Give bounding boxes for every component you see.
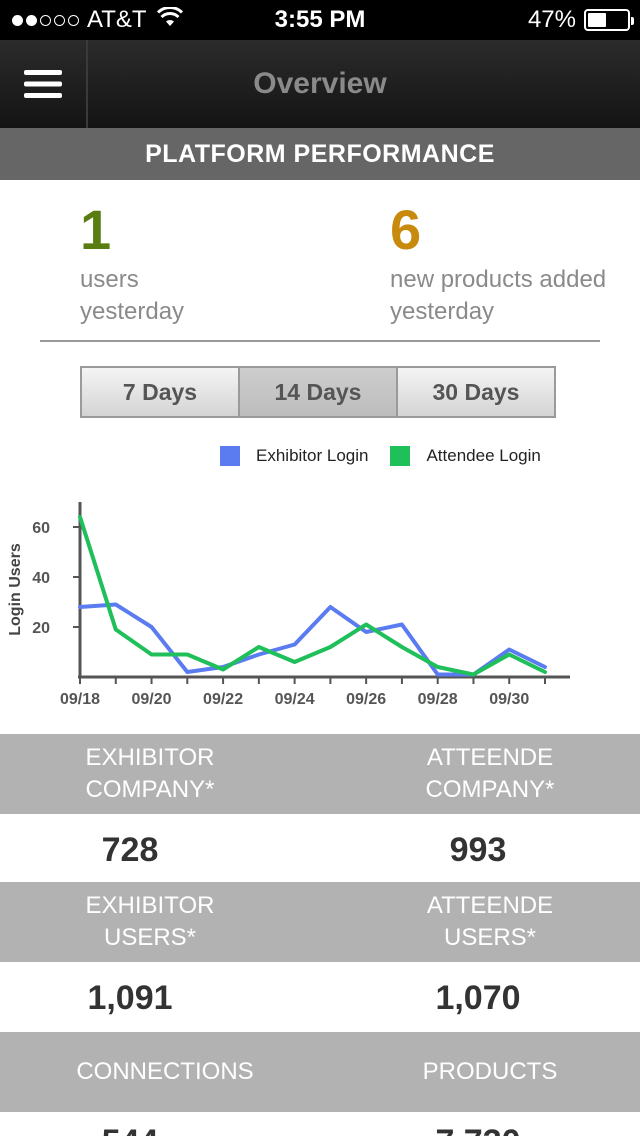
battery-icon (584, 9, 634, 31)
legend-label: Exhibitor Login (256, 446, 369, 465)
table-value-row: 1,091 1,070 (0, 962, 640, 1032)
range-segmented-control: 7 Days 14 Days 30 Days (80, 366, 556, 418)
y-tick-label: 60 (32, 520, 50, 537)
connections-count: 544 (30, 1122, 230, 1136)
legend-item-exhibitor: Exhibitor Login (220, 446, 368, 466)
attendee-company-count: 993 (449, 831, 507, 869)
stat-label: yesterday (80, 298, 185, 325)
stat-new-products: 6 new products added yesterday (390, 196, 606, 328)
attendee-users-count: 1,070 (435, 979, 521, 1017)
header-label-line: EXHIBITOR (85, 892, 215, 919)
header-exhibitor-users: EXHIBITOR USERS* (40, 890, 260, 954)
navigation-bar: Overview (0, 40, 640, 128)
legend-label: Attendee Login (426, 446, 541, 465)
series-line-exhibitor-login (78, 602, 547, 677)
x-tick-label: 09/26 (346, 691, 386, 708)
chart-legend: Exhibitor Login Attendee Login (220, 446, 563, 466)
x-tick-label: 09/28 (418, 691, 458, 708)
status-bar: AT&T 3:55 PM 47% (0, 0, 640, 40)
login-users-chart: 20 40 60 Login Users 09/18 09/20 09/22 09/24 09/… (7, 502, 570, 708)
header-label-line: EXHIBITOR (85, 744, 215, 771)
stat-value: 6 (390, 198, 422, 261)
x-tick-label: 09/22 (203, 691, 243, 708)
table-header-row: EXHIBITOR COMPANY* ATTEENDE COMPANY* (0, 734, 640, 814)
exhibitor-users-count: 1,091 (87, 979, 173, 1017)
tab-7-days[interactable]: 7 Days (82, 368, 240, 416)
header-label-line: COMPANY* (85, 776, 215, 803)
x-tick-label: 09/24 (275, 691, 315, 708)
legend-item-attendee: Attendee Login (390, 446, 541, 466)
header-exhibitor-company: EXHIBITOR COMPANY* (40, 742, 260, 806)
legend-swatch (390, 446, 411, 466)
exhibitor-company-count: 728 (101, 831, 159, 869)
stat-value: 1 (80, 198, 112, 261)
divider (40, 340, 600, 342)
page-title: Overview (253, 67, 387, 100)
header-label-line: COMPANY* (425, 776, 555, 803)
x-tick-label: 09/18 (60, 691, 100, 708)
y-tick-label: 20 (32, 620, 50, 637)
header-products: PRODUCTS (422, 1058, 558, 1085)
tab-14-days[interactable]: 14 Days (240, 368, 398, 416)
battery-percent: 47% (527, 6, 576, 33)
tab-30-days[interactable]: 30 Days (398, 368, 554, 416)
header-label-line: ATTEENDE (426, 744, 554, 771)
y-tick-label: 40 (32, 570, 50, 587)
stat-label: users (80, 266, 139, 293)
stat-label: yesterday (390, 298, 495, 325)
header-label-line: ATTEENDE (426, 892, 554, 919)
table-value-row: 544 7,730 (0, 1112, 640, 1136)
legend-swatch (220, 446, 240, 466)
header-label-line: USERS* (103, 924, 197, 951)
stat-users-yesterday: 1 users yesterday (80, 196, 184, 328)
y-axis-label: Login Users (7, 543, 24, 636)
stat-label: new products added (390, 266, 607, 293)
header-connections: CONNECTIONS (76, 1058, 254, 1085)
x-tick-label: 09/30 (489, 691, 529, 708)
header-attendee-company: ATTEENDE COMPANY* (380, 742, 600, 806)
products-count: 7,730 (378, 1122, 578, 1136)
header-label-line: USERS* (443, 924, 537, 951)
x-tick-label: 09/20 (132, 691, 172, 708)
header-attendee-users: ATTEENDE USERS* (380, 890, 600, 954)
series-line-attendee-login (78, 515, 547, 677)
section-header: PLATFORM PERFORMANCE (0, 128, 640, 180)
table-value-row: 728 993 (0, 814, 640, 882)
table-header-row: CONNECTIONS PRODUCTS (0, 1032, 640, 1112)
battery-status: 47% (527, 6, 634, 34)
table-header-row: EXHIBITOR USERS* ATTEENDE USERS* (0, 882, 640, 962)
